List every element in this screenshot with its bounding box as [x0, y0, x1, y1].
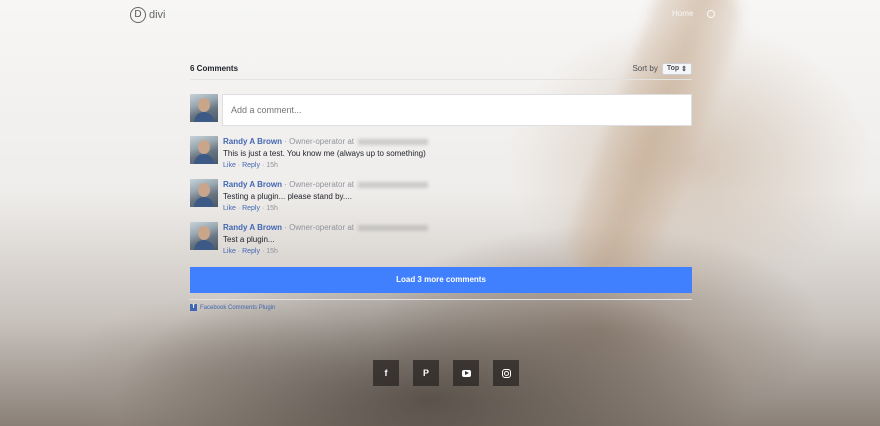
comment-text: Testing a plugin... please stand by....: [223, 192, 352, 201]
like-link[interactable]: Like: [223, 248, 236, 255]
comment-count: 6 Comments: [190, 64, 239, 73]
avatar[interactable]: [190, 136, 218, 164]
comment-text: Test a plugin...: [223, 235, 275, 244]
separator: ·: [237, 162, 241, 169]
redacted-employer: [358, 181, 429, 188]
comment-author[interactable]: Randy A Brown: [223, 180, 282, 189]
like-link[interactable]: Like: [223, 205, 236, 212]
youtube-social-button[interactable]: [453, 360, 479, 386]
reply-link[interactable]: Reply: [242, 162, 260, 169]
comment-author[interactable]: Randy A Brown: [223, 137, 282, 146]
like-link[interactable]: Like: [223, 162, 236, 169]
facebook-icon: f: [384, 368, 388, 378]
sort-control: Sort by Top ⇕: [632, 62, 692, 75]
separator: ·: [237, 248, 241, 255]
avatar: [190, 94, 218, 122]
pinterest-social-button[interactable]: P: [413, 360, 439, 386]
separator: ·: [237, 205, 241, 212]
avatar[interactable]: [190, 222, 218, 250]
avatar[interactable]: [190, 179, 218, 207]
comment-time[interactable]: 15h: [266, 248, 278, 255]
logo-text: divi: [149, 9, 166, 21]
comment-item: Randy A Brown · Owner-operator at Test a…: [190, 222, 692, 255]
separator: ·: [261, 248, 265, 255]
logo-mark: D: [130, 7, 146, 23]
youtube-icon: [461, 369, 471, 377]
redacted-employer: [358, 138, 429, 145]
sort-label: Sort by: [632, 64, 658, 73]
site-logo[interactable]: D divi: [130, 7, 166, 23]
reply-link[interactable]: Reply: [242, 248, 260, 255]
social-links: f P: [373, 360, 519, 386]
separator: ·: [261, 162, 265, 169]
search-icon[interactable]: [707, 10, 716, 18]
facebook-social-button[interactable]: f: [373, 360, 399, 386]
facebook-comments-plugin: 6 Comments Sort by Top ⇕ Randy A Brown ·…: [190, 62, 692, 311]
sort-value: Top: [666, 65, 680, 72]
comment-item: Randy A Brown · Owner-operator at This i…: [190, 136, 692, 169]
sort-select[interactable]: Top ⇕: [661, 62, 692, 75]
comment-input[interactable]: [222, 94, 692, 126]
comment-item: Randy A Brown · Owner-operator at Testin…: [190, 179, 692, 212]
comment-role: · Owner-operator at: [284, 223, 355, 232]
compose-row: [190, 94, 692, 126]
instagram-icon: [501, 368, 511, 378]
comment-role: · Owner-operator at: [284, 137, 355, 146]
instagram-social-button[interactable]: [493, 360, 519, 386]
load-more-comments-button[interactable]: Load 3 more comments: [190, 267, 692, 293]
pinterest-icon: P: [422, 368, 429, 378]
main-nav: Home: [672, 9, 716, 18]
comment-text: This is just a test. You know me (always…: [223, 149, 426, 158]
comment-time[interactable]: 15h: [266, 162, 278, 169]
comment-role: · Owner-operator at: [284, 180, 355, 189]
comment-time[interactable]: 15h: [266, 205, 278, 212]
reply-link[interactable]: Reply: [242, 205, 260, 212]
separator: ·: [261, 205, 265, 212]
site-header: D divi Home: [0, 0, 880, 30]
facebook-comments-plugin-link[interactable]: Facebook Comments Plugin: [200, 305, 275, 311]
divider: [190, 299, 692, 300]
nav-item-home[interactable]: Home: [672, 9, 693, 18]
sort-arrows-icon: ⇕: [681, 65, 687, 73]
comment-author[interactable]: Randy A Brown: [223, 223, 282, 232]
plugin-footer: f Facebook Comments Plugin: [190, 304, 692, 311]
redacted-employer: [358, 224, 429, 231]
comments-header: 6 Comments Sort by Top ⇕: [190, 62, 692, 80]
facebook-icon: f: [190, 304, 197, 311]
